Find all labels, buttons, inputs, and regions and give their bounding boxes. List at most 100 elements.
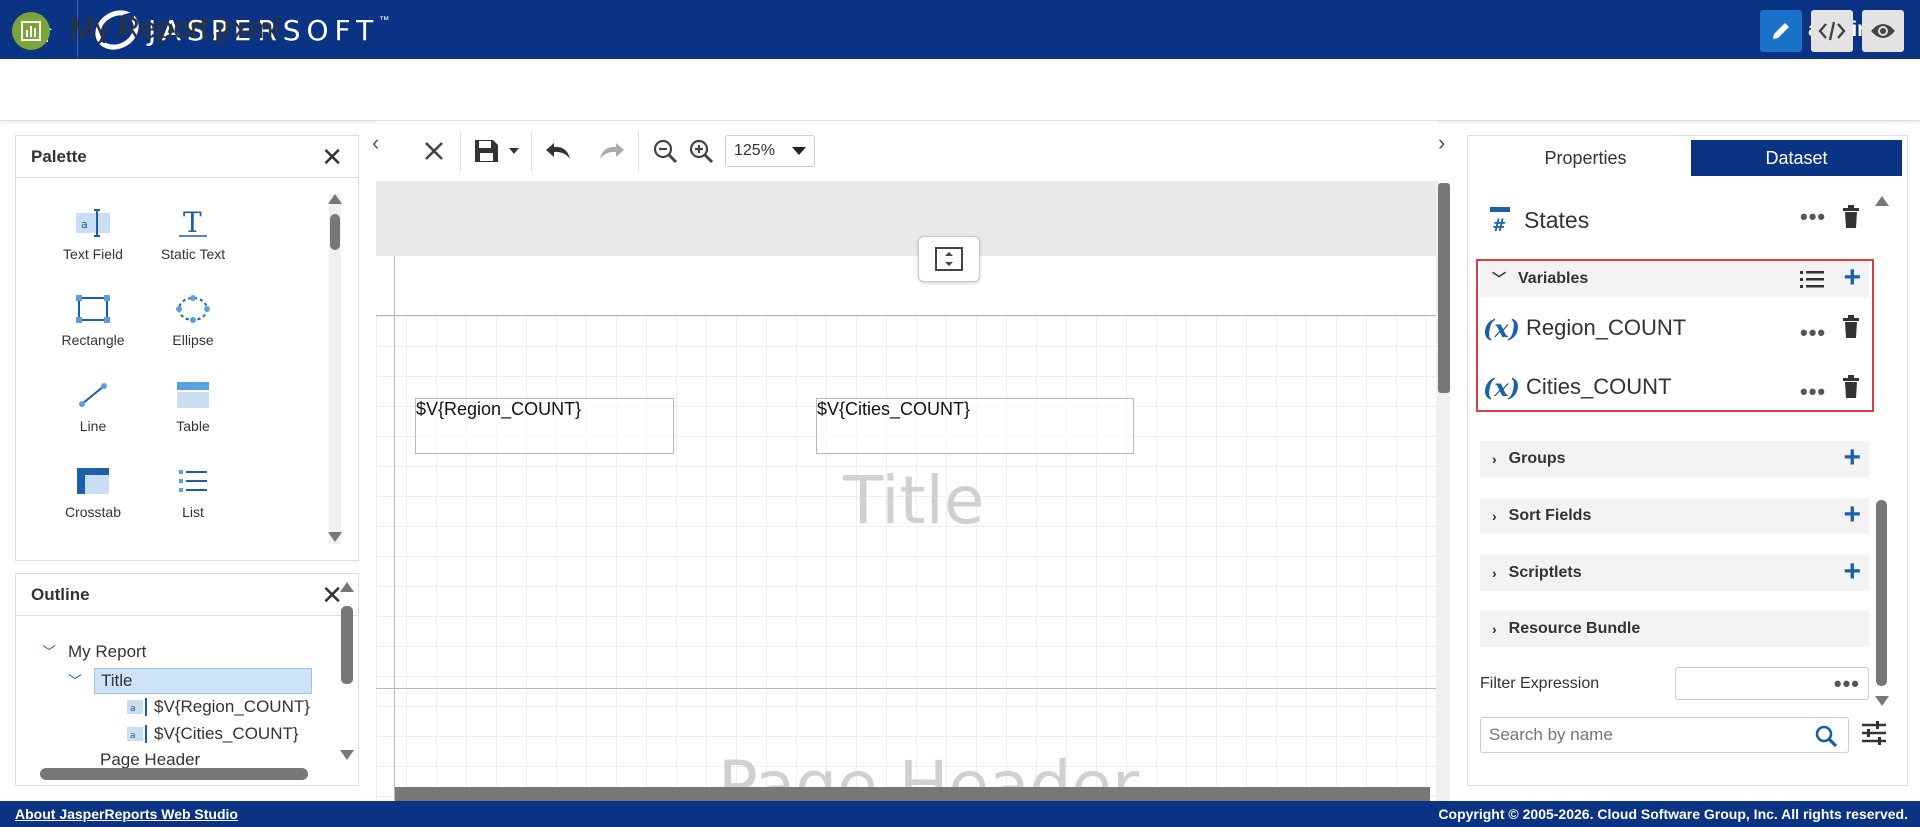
ellipse-icon [176, 295, 210, 323]
tab-properties[interactable]: Properties [1480, 140, 1691, 176]
close-icon [425, 142, 443, 160]
about-link[interactable]: About JasperReports Web Studio [15, 806, 238, 822]
filter-edit-icon[interactable]: ••• [1834, 673, 1860, 695]
tab-dataset[interactable]: Dataset [1691, 140, 1902, 176]
text-field-icon: a [76, 209, 110, 237]
table-icon [177, 382, 209, 408]
redo-icon [600, 143, 624, 159]
undo-button[interactable] [540, 133, 576, 169]
outline-node-title[interactable]: ﹀ Title [68, 668, 312, 694]
dataset-more-icon[interactable]: ••• [1800, 206, 1826, 228]
brand-trademark: ™ [379, 14, 390, 26]
close-icon[interactable]: ✕ [321, 144, 343, 170]
list-icon [179, 470, 207, 492]
zoom-out-button[interactable] [647, 133, 683, 169]
variables-highlight-box [1476, 259, 1874, 412]
palette-line[interactable]: Line [43, 380, 143, 434]
field-cities-count[interactable]: $V{Cities_COUNT} [816, 398, 1134, 454]
save-button[interactable] [469, 133, 505, 169]
add-sort-field-icon[interactable]: + [1843, 500, 1861, 530]
outline-panel: Outline ✕ ﹀ My Report ﹀ Title a $V{Region… [15, 573, 359, 786]
save-options-dropdown[interactable] [505, 133, 523, 169]
left-margin-line [394, 256, 395, 801]
palette-crosstab[interactable]: Crosstab [43, 466, 143, 520]
right-panel-scroll-thumb[interactable] [1876, 500, 1887, 686]
outline-header: Outline ✕ [16, 574, 358, 616]
outline-node-page-header[interactable]: Page Header [100, 750, 200, 770]
redo-button[interactable] [594, 133, 630, 169]
preview-mode-button[interactable] [1862, 10, 1904, 52]
svg-text:a: a [130, 704, 136, 714]
scroll-down-icon[interactable] [1875, 696, 1889, 706]
section-resource-bundle[interactable]: › Resource Bundle [1480, 611, 1869, 647]
add-scriptlet-icon[interactable]: + [1843, 557, 1861, 587]
trash-icon[interactable] [1842, 205, 1860, 229]
outline-node-my-report[interactable]: ﹀ My Report [42, 642, 146, 662]
palette-scroll-thumb[interactable] [330, 214, 340, 250]
design-mode-button[interactable] [1760, 10, 1802, 52]
collapse-left-panel-icon[interactable]: ‹ [372, 130, 379, 156]
scroll-up-icon[interactable] [1875, 196, 1889, 206]
scroll-up-icon[interactable] [328, 194, 342, 204]
scroll-down-icon[interactable] [328, 532, 342, 542]
palette-static-text[interactable]: T Static Text [143, 208, 243, 262]
chevron-down-icon [509, 148, 519, 154]
static-text-icon: T [179, 208, 207, 238]
zoom-select[interactable]: 125% [725, 135, 815, 167]
collapse-right-panel-icon[interactable]: › [1438, 130, 1445, 156]
filter-expression-label: Filter Expression [1480, 675, 1600, 692]
search-input[interactable] [1481, 718, 1801, 752]
crosstab-icon [77, 468, 109, 494]
outline-scroll-thumb[interactable] [341, 606, 353, 684]
section-groups[interactable]: › Groups + [1480, 441, 1869, 477]
field-region-count[interactable]: $V{Region_COUNT} [415, 398, 674, 454]
close-report-button[interactable] [416, 133, 452, 169]
code-icon [1818, 21, 1846, 41]
palette-rectangle[interactable]: Rectangle [43, 294, 143, 348]
band-label-title: Title [843, 462, 985, 539]
canvas-toolbar: 125% [376, 121, 1438, 181]
search-field[interactable] [1480, 717, 1849, 753]
add-group-icon[interactable]: + [1843, 443, 1861, 473]
filter-settings-icon[interactable] [1860, 719, 1888, 747]
outline-hscroll-thumb[interactable] [40, 768, 308, 780]
scroll-down-icon[interactable] [340, 750, 354, 760]
palette-scrollbar[interactable] [328, 194, 342, 544]
chevron-down-icon[interactable]: ﹀ [42, 642, 56, 662]
undo-icon [546, 143, 570, 159]
chevron-down-icon[interactable]: ﹀ [68, 671, 82, 691]
zoom-in-icon [689, 139, 714, 164]
chevron-right-icon: › [1492, 621, 1497, 637]
report-icon [12, 12, 50, 50]
palette-ellipse[interactable]: Ellipse [143, 294, 243, 348]
palette-panel: Palette ✕ a Text Field T Static Text Rec… [15, 135, 359, 561]
fit-page-button[interactable] [918, 236, 980, 282]
chevron-down-icon [792, 147, 806, 155]
zoom-value: 125% [734, 142, 775, 159]
search-icon[interactable] [1814, 724, 1838, 748]
right-panel-tabs: Properties Dataset [1480, 140, 1902, 176]
zoom-in-button[interactable] [683, 133, 719, 169]
dataset-name: States [1524, 206, 1590, 233]
svg-text:a: a [81, 218, 88, 231]
filter-expression-field[interactable]: ••• [1675, 667, 1869, 700]
line-icon [79, 383, 107, 407]
outline-node-region-count[interactable]: a $V{Region_COUNT} [126, 697, 310, 717]
source-mode-button[interactable] [1811, 10, 1853, 52]
page-top-margin [376, 256, 1436, 315]
eye-icon [1871, 24, 1895, 38]
chevron-right-icon: › [1492, 508, 1497, 524]
svg-text:#: # [1492, 216, 1506, 235]
palette-table[interactable]: Table [143, 380, 243, 434]
palette-text-field[interactable]: a Text Field [43, 208, 143, 262]
band-separator [376, 315, 1436, 316]
outline-node-cities-count[interactable]: a $V{Cities_COUNT} [126, 724, 299, 744]
canvas-vertical-scroll-thumb[interactable] [1438, 183, 1450, 393]
section-sort-fields[interactable]: › Sort Fields + [1480, 498, 1869, 534]
scroll-up-icon[interactable] [340, 582, 354, 592]
section-scriptlets[interactable]: › Scriptlets + [1480, 555, 1869, 591]
palette-list[interactable]: List [143, 466, 243, 520]
text-field-icon: a [127, 698, 147, 716]
canvas-horizontal-scroll-thumb[interactable] [395, 787, 1430, 801]
pencil-icon [1773, 23, 1789, 39]
